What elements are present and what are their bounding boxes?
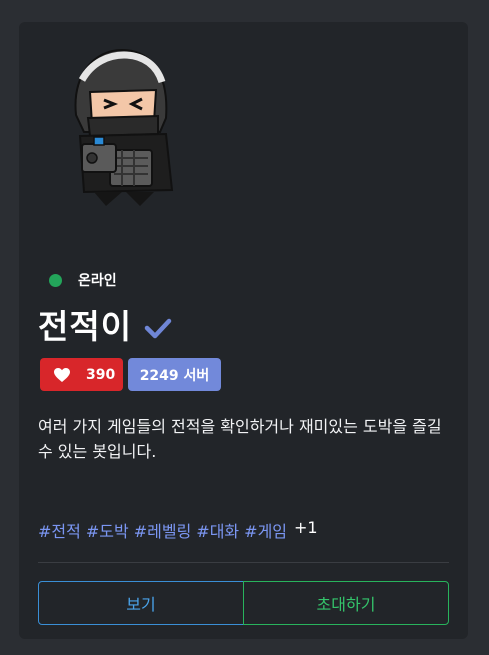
badges: 390 2249 서버	[40, 358, 221, 391]
bot-name[interactable]: 전적이	[38, 300, 132, 348]
tag-list: #전적 #도박 #레벨링 #대화 #게임 +1	[38, 518, 318, 542]
more-tags-count[interactable]: +1	[294, 518, 318, 542]
checkmark-icon	[144, 318, 172, 339]
online-dot-icon	[49, 273, 62, 287]
title-row: 전적이	[38, 300, 172, 348]
servers-badge: 2249 서버	[128, 358, 221, 391]
heart-icon	[54, 367, 70, 382]
tag-item[interactable]: #레벨링	[134, 518, 192, 542]
tag-item[interactable]: #게임	[244, 518, 287, 542]
status-label: 온라인	[78, 273, 117, 289]
bot-avatar	[74, 48, 174, 206]
view-button[interactable]: 보기	[38, 581, 244, 625]
online-status: 온라인	[49, 270, 117, 290]
votes-badge[interactable]: 390	[40, 358, 123, 391]
tag-item[interactable]: #도박	[86, 518, 129, 542]
tag-item[interactable]: #대화	[196, 518, 239, 542]
invite-button[interactable]: 초대하기	[243, 581, 449, 625]
tag-item[interactable]: #전적	[38, 518, 81, 542]
divider	[38, 562, 449, 563]
bot-description: 여러 가지 게임들의 전적을 확인하거나 재미있는 도박을 즐길 수 있는 봇입…	[38, 417, 442, 461]
votes-count: 390	[86, 366, 116, 383]
action-buttons: 보기 초대하기	[38, 581, 449, 625]
bot-card: 온라인 전적이 390 2249 서버 여러 가지 게임들의 전적을 확인하거나…	[19, 22, 468, 639]
